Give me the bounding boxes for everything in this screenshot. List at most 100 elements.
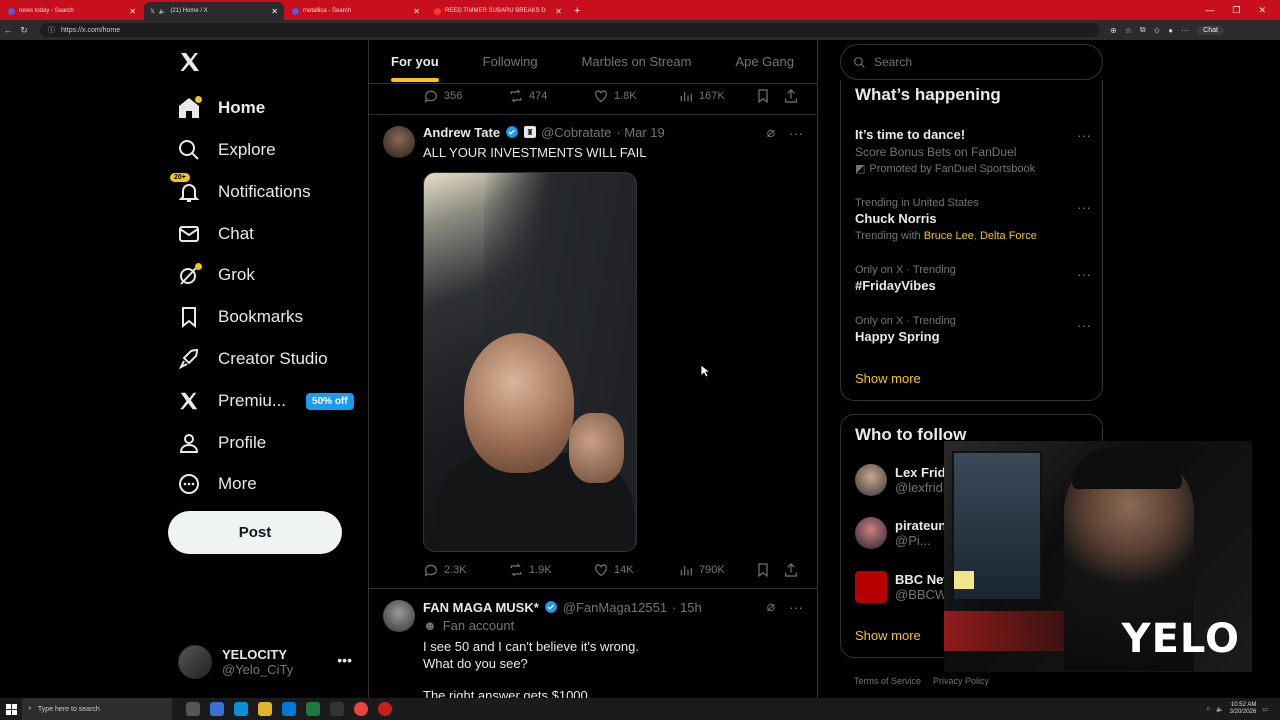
browser-tab-reed-timmer[interactable]: REED TIMMER SUBARU BREAKS D ✕ [428,2,568,20]
taskbar-search[interactable]: ⌕ Type here to search [22,698,172,720]
notification-center-icon[interactable]: ▭ [1262,706,1268,713]
chrome-icon[interactable] [354,702,368,716]
nav-home[interactable]: Home [176,93,265,123]
clock[interactable]: 10:52 AM 3/20/2026 [1230,702,1257,716]
repost-button[interactable]: 474 [508,88,593,104]
trend-item[interactable]: It’s time to dance! Score Bonus Bets on … [855,125,1091,175]
windows-start-icon[interactable] [0,698,22,720]
trend-link[interactable]: Bruce Lee [924,230,974,242]
views-button[interactable]: 167K [678,88,763,104]
share-icon[interactable] [783,88,799,104]
privacy-link[interactable]: Privacy Policy [933,676,989,686]
close-window-icon[interactable]: ✕ [1258,5,1266,16]
copilot-icon[interactable] [210,702,224,716]
like-button[interactable]: 1.8K [593,88,678,104]
nav-chat[interactable]: Chat [176,219,254,249]
profile-icon[interactable]: ● [1168,26,1173,35]
show-more-link[interactable]: Show more [855,371,921,386]
close-tab-icon[interactable]: ✕ [555,7,562,16]
app-icon[interactable] [330,702,344,716]
browser-tab-metallica[interactable]: metallica - Search ✕ [286,2,426,20]
more-dots-icon[interactable]: ··· [1077,199,1091,215]
back-icon[interactable]: ← [0,25,16,35]
reply-count: 356 [444,90,463,102]
close-tab-icon[interactable]: ✕ [271,7,278,16]
new-tab-button[interactable]: + [574,2,580,20]
zoom-icon[interactable]: ⊕ [1110,26,1117,35]
search-box[interactable] [840,44,1103,80]
nav-profile[interactable]: Profile [176,428,266,458]
grok-icon[interactable]: ⌀ [767,124,775,141]
avatar[interactable] [383,126,415,158]
more-dots-icon[interactable]: ••• [337,652,352,668]
tweet-author-handle[interactable]: @Cobratate [541,125,611,140]
share-icon[interactable] [783,562,799,578]
maximize-icon[interactable]: ❐ [1232,5,1240,16]
nav-grok[interactable]: Grok [176,260,255,290]
star-icon[interactable]: ☆ [1125,26,1132,35]
reply-button[interactable]: 2.3K [423,562,508,578]
copilot-chat-button[interactable]: Chat [1197,25,1224,35]
volume-icon[interactable]: 🔈 [1216,706,1223,713]
trend-item[interactable]: Only on X · Trending #FridayVibes ··· [855,264,1091,293]
tab-ape-gang[interactable]: Ape Gang [735,40,794,84]
network-icon[interactable]: ⌂ [1207,706,1211,712]
extensions-icon[interactable]: ⧉ [1140,25,1146,35]
account-switcher[interactable]: YELOCITY @Yelo_CiTy ••• [178,642,358,682]
bookmark-icon[interactable] [755,562,771,578]
more-dots-icon[interactable]: ··· [1077,317,1091,333]
trend-item[interactable]: Trending in United States Chuck Norris T… [855,197,1091,242]
browser-tab-news[interactable]: news today - Search ✕ [2,2,142,20]
terms-link[interactable]: Terms of Service [854,676,921,686]
close-tab-icon[interactable]: ✕ [129,7,136,16]
more-dots-icon[interactable]: ··· [1077,266,1091,282]
more-dots-icon[interactable]: ··· [1077,127,1091,143]
views-button[interactable]: 790K [678,562,763,578]
more-dots-icon[interactable]: ··· [789,125,803,141]
nav-notifications[interactable]: 20+ Notifications [170,173,311,207]
nav-premium[interactable]: Premiu... 50% off [176,386,354,416]
nav-creator-studio[interactable]: Creator Studio [176,344,328,374]
tweet-author-name[interactable]: Andrew Tate [423,125,500,140]
footer-links: Terms of Service Privacy Policy [854,676,989,686]
search-input[interactable] [874,55,1074,69]
reload-icon[interactable]: ↻ [16,25,32,36]
tab-following[interactable]: Following [483,40,538,84]
tweet-time[interactable]: · Mar 19 [616,125,664,140]
like-button[interactable]: 14K [593,562,678,578]
site-info-icon[interactable]: ⓘ [48,25,55,35]
file-explorer-icon[interactable] [258,702,272,716]
task-view-icon[interactable] [186,702,200,716]
trend-item[interactable]: Only on X · Trending Happy Spring ··· [855,315,1091,344]
menu-dots-icon[interactable]: ··· [1181,26,1189,35]
mail-app-icon[interactable] [282,702,296,716]
tab-for-you[interactable]: For you [391,40,439,84]
tweet-time[interactable]: · 15h [672,600,702,615]
close-tab-icon[interactable]: ✕ [413,7,420,16]
url-field[interactable]: ⓘ https://x.com/home [40,23,1100,37]
favorites-icon[interactable]: ✩ [1154,26,1161,35]
nav-explore[interactable]: Explore [176,135,276,165]
tweet-author-handle[interactable]: @FanMaga12551 [563,600,667,615]
more-dots-icon[interactable]: ··· [789,599,803,615]
show-more-link[interactable]: Show more [855,628,921,643]
tweet-video[interactable] [423,172,637,552]
x-logo-icon[interactable] [178,50,202,74]
tweet-author-name[interactable]: FAN MAGA MUSK* [423,600,539,615]
repost-button[interactable]: 1.9K [508,562,593,578]
post-button[interactable]: Post [168,511,342,554]
audio-icon[interactable]: 🔈 [159,8,166,15]
obs-icon[interactable] [378,702,392,716]
grok-icon[interactable]: ⌀ [767,598,775,615]
edge-icon[interactable] [234,702,248,716]
bookmark-icon[interactable] [755,88,771,104]
excel-icon[interactable] [306,702,320,716]
avatar[interactable] [383,600,415,632]
minimize-icon[interactable]: — [1205,5,1214,15]
nav-more[interactable]: More [176,469,257,499]
trend-link[interactable]: Delta Force [980,230,1037,242]
browser-tab-x-home[interactable]: 𝕏 🔈 (21) Home / X ✕ [144,2,284,20]
nav-bookmarks[interactable]: Bookmarks [176,302,303,332]
reply-button[interactable]: 356 [423,88,508,104]
tab-marbles-on-stream[interactable]: Marbles on Stream [582,40,692,84]
